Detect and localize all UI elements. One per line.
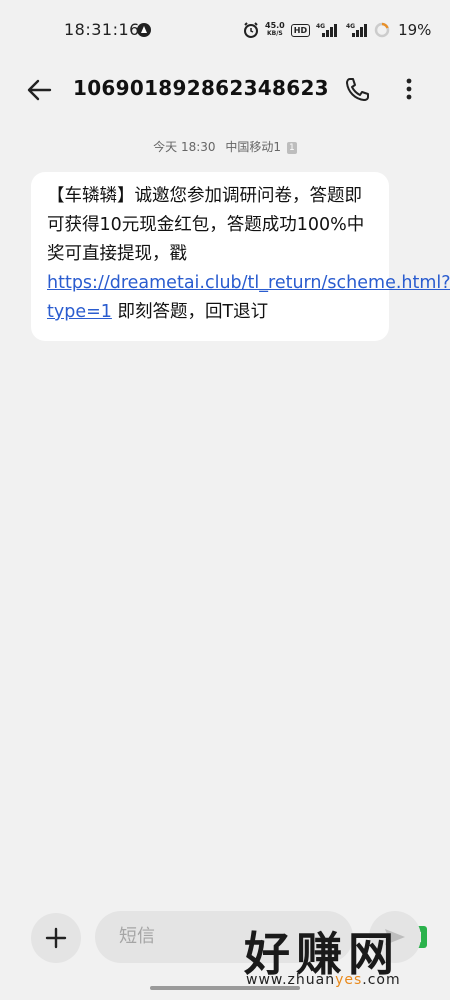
home-indicator[interactable] (150, 986, 300, 990)
notification-icon (137, 23, 151, 37)
more-options-button[interactable] (398, 74, 420, 104)
sim-badge: 1 (286, 141, 297, 154)
phone-icon (346, 78, 369, 101)
message-text-after: 即刻答题，回T退订 (111, 302, 269, 322)
alarm-icon (244, 22, 258, 38)
signal-icon-1: 4G (316, 23, 338, 37)
hd-badge: HD (290, 23, 311, 37)
message-timestamp: 今天 18:30 (153, 140, 216, 154)
network-type-2: 4G (346, 23, 355, 30)
more-vertical-icon (406, 78, 412, 100)
network-type-1: 4G (316, 23, 325, 30)
message-bubble[interactable]: 【车辚辚】诚邀您参加调研问卷，答题即可获得10元现金红包，答题成功100%中奖可… (31, 172, 450, 341)
message-text-before: 【车辚辚】诚邀您参加调研问卷，答题即可获得10元现金红包，答题成功100%中奖可… (47, 186, 365, 264)
signal-icon-2: 4G (346, 23, 368, 37)
speed-unit: KB/S (267, 30, 283, 37)
message-meta: 今天 18:30 中国移动1 1 (0, 138, 450, 155)
back-button[interactable] (24, 76, 56, 104)
plus-icon (45, 927, 67, 949)
battery-icon (374, 22, 390, 38)
back-arrow-icon (27, 79, 52, 101)
watermark-url-highlight: yes (335, 972, 363, 988)
speed-value: 45.0 (265, 21, 285, 30)
message-carrier: 中国移动1 (225, 140, 282, 154)
network-speed: 45.0 KB/S (265, 22, 285, 38)
watermark: 好赚网 www.zhuanyes.com (244, 918, 444, 988)
battery-percent: 19% (398, 21, 432, 39)
status-bar: 18:31:16 45.0 KB/S HD 4G 4G 19% (0, 0, 450, 60)
attach-button[interactable] (31, 913, 81, 963)
call-button[interactable] (344, 74, 372, 104)
conversation-title: 106901892862348623 (73, 76, 329, 100)
status-time: 18:31:16 (64, 20, 140, 39)
conversation-header: 106901892862348623 (0, 60, 450, 120)
watermark-url-suffix: .com (362, 972, 401, 988)
status-indicators: 45.0 KB/S HD 4G 4G 19% (243, 17, 431, 43)
